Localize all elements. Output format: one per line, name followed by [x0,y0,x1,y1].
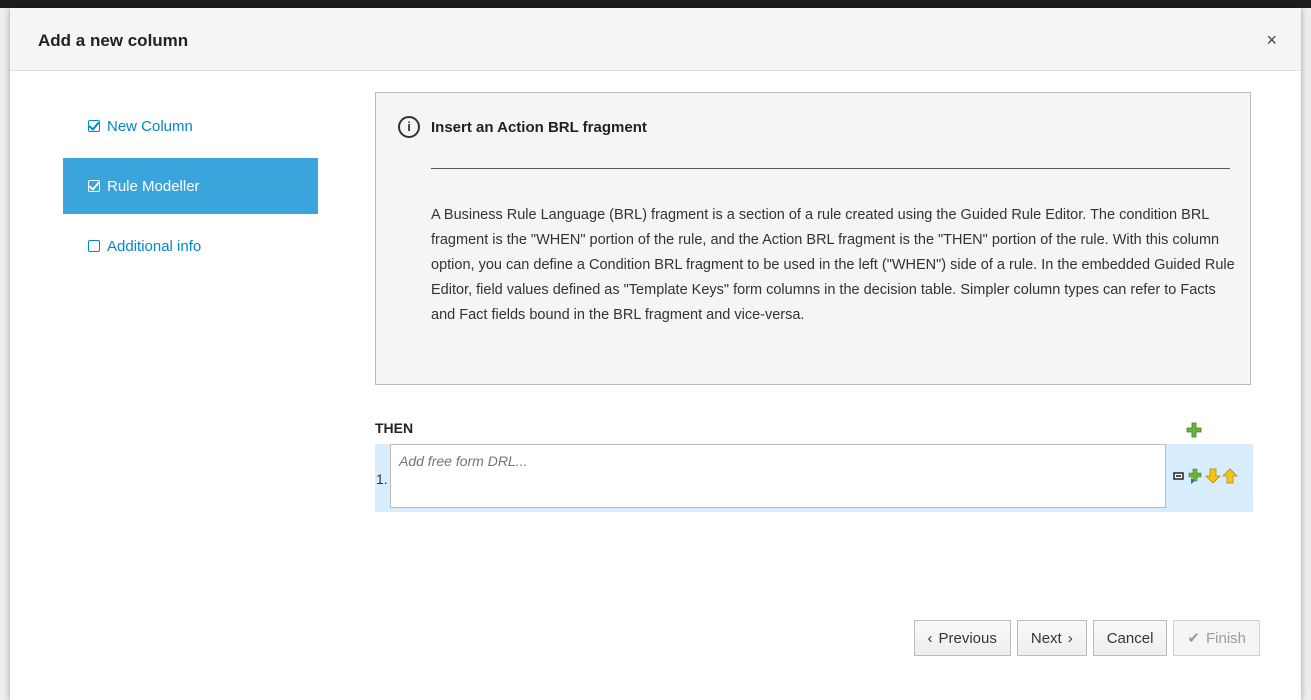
row-number: 1. [376,471,388,487]
chevron-left-icon: ‹ [927,629,933,647]
divider [431,168,1230,169]
move-down-icon[interactable] [1205,468,1221,484]
info-icon: i [398,116,420,138]
remove-minus-icon[interactable] [1171,468,1187,484]
then-label: THEN [375,420,414,436]
wizard-footer: ‹ Previous Next › Cancel ✔ Finish [913,620,1260,656]
next-button[interactable]: Next › [1016,620,1087,656]
insert-row-icon[interactable] [1188,468,1204,484]
next-label: Next [1030,629,1062,647]
modal-header: Add a new column × [10,8,1301,71]
cancel-label: Cancel [1106,629,1154,647]
background-edge-left [0,8,10,700]
add-column-modal: Add a new column × New Column Rule Model… [10,8,1301,700]
previous-label: Previous [938,629,997,647]
modal-title: Add a new column [38,31,189,50]
nav-item-label: New Column [107,117,193,135]
finish-label: Finish [1205,629,1246,647]
finish-button[interactable]: ✔ Finish [1173,620,1260,656]
info-description: A Business Rule Language (BRL) fragment … [431,207,1235,323]
nav-item-rule-modeller[interactable]: Rule Modeller [63,158,318,214]
rule-row: 1. [375,444,1253,512]
close-icon[interactable]: × [1266,31,1277,49]
wizard-nav: New Column Rule Modeller Additional info [63,98,318,278]
cancel-button[interactable]: Cancel [1092,620,1168,656]
check-icon: ✔ [1187,630,1200,647]
checkbox-unchecked-icon [88,240,100,252]
nav-item-label: Rule Modeller [107,177,200,195]
info-panel: i Insert an Action BRL fragment A Busine… [375,92,1251,385]
move-up-icon[interactable] [1222,468,1238,484]
checkbox-checked-icon [88,180,100,192]
add-plus-icon[interactable] [1186,422,1202,438]
info-title: Insert an Action BRL fragment [431,119,647,136]
background-topbar [0,0,1311,8]
chevron-right-icon: › [1067,629,1073,647]
nav-item-additional-info[interactable]: Additional info [63,218,318,274]
previous-button[interactable]: ‹ Previous [913,620,1011,656]
free-form-drl-input[interactable] [390,444,1166,508]
nav-item-label: Additional info [107,237,202,255]
checkbox-checked-icon [88,120,100,132]
row-tools [1171,468,1238,484]
nav-item-new-column[interactable]: New Column [63,98,318,154]
background-edge-right [1301,8,1311,700]
